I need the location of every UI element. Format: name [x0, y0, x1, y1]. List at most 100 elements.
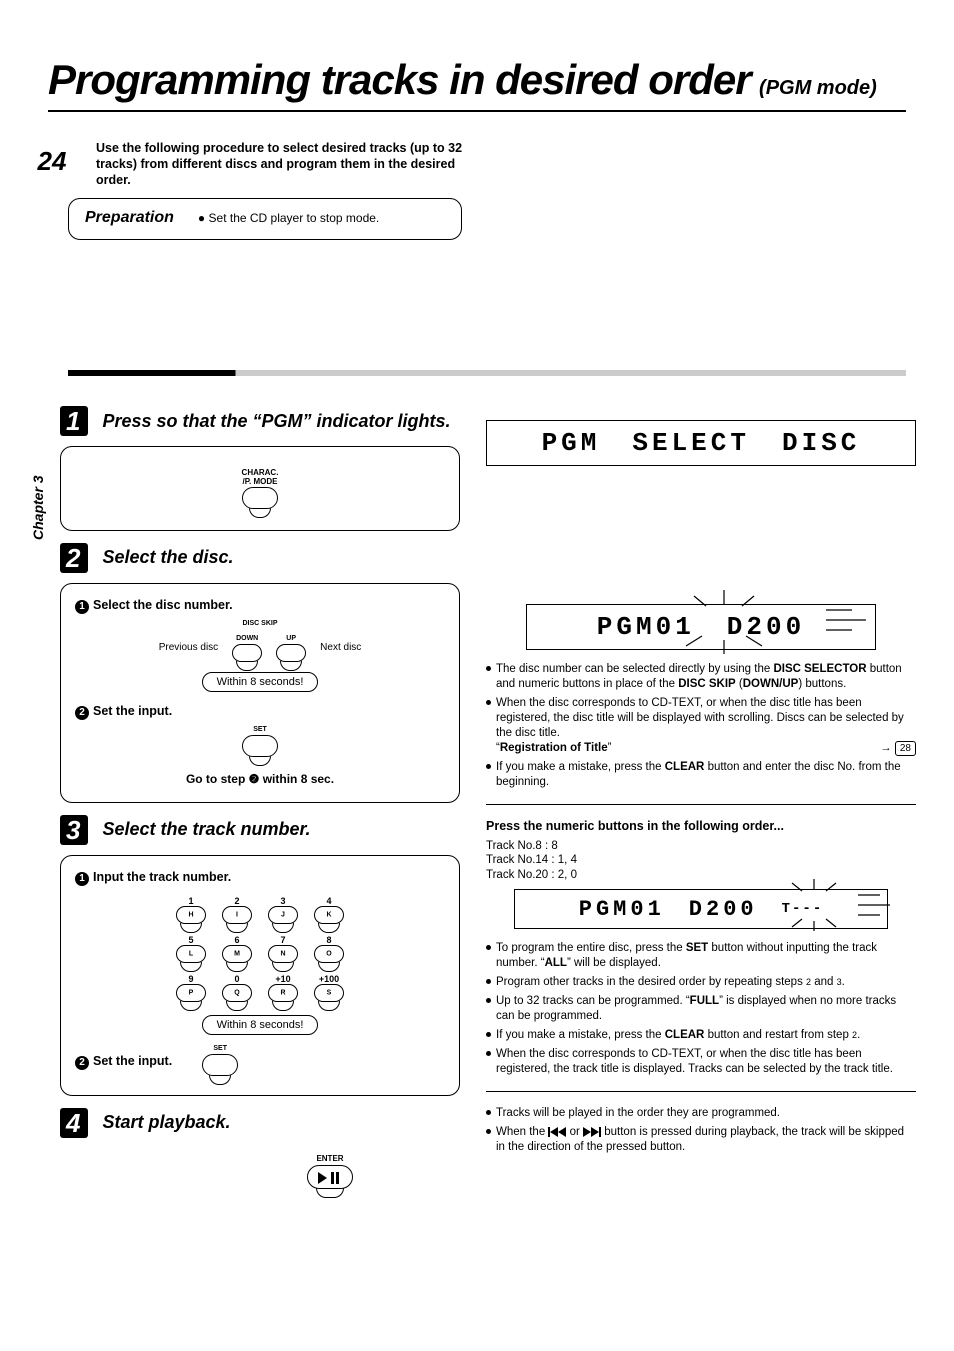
keypad-key: 2	[222, 896, 252, 906]
keypad-key: 5	[176, 935, 206, 945]
page-number: 24	[32, 140, 72, 177]
step-1-title: Press so that the “PGM” indicator lights…	[102, 411, 450, 432]
playback-note-1: Tracks will be played in the order they …	[486, 1106, 916, 1121]
lcd-2-a: PGM01	[597, 612, 695, 642]
step-1-header: 1 Press so that the “PGM” indicator ligh…	[60, 406, 460, 436]
step-2-notes: The disc number can be selected directly…	[486, 662, 916, 790]
disc-up-button	[276, 644, 306, 662]
keypad-key: 9	[176, 974, 206, 984]
keypad-button: O	[314, 945, 344, 963]
lcd-1-c: DISC	[782, 428, 860, 458]
preparation-item-text: Set the CD player to stop mode.	[209, 211, 380, 225]
lcd-3-c: T---	[782, 901, 824, 917]
track-example-1: Track No.8 : 8	[486, 839, 916, 854]
keypad-key: 6	[222, 935, 252, 945]
track-example-3: Track No.20 : 2, 0	[486, 868, 916, 883]
keypad-key: 0	[222, 974, 252, 984]
preparation-heading: Preparation	[85, 209, 174, 227]
playback-notes: Tracks will be played in the order they …	[486, 1106, 916, 1155]
lcd-1-b: SELECT	[632, 428, 750, 458]
charac-button	[242, 487, 278, 509]
divider	[486, 804, 916, 805]
step-1-panel: CHARAC. /P. MODE	[60, 446, 460, 531]
step-3-within: Within 8 seconds!	[202, 1015, 319, 1035]
step-3-note-5: When the disc corresponds to CD-TEXT, or…	[486, 1047, 916, 1077]
track-example-2: Track No.14 : 1, 4	[486, 853, 916, 868]
down-label: DOWN	[236, 635, 258, 642]
title-main: Programming tracks in desired order	[48, 56, 751, 103]
set-button-1	[242, 735, 278, 757]
keypad-button: R	[268, 984, 298, 1002]
preparation-item: ● Set the CD player to stop mode.	[198, 211, 379, 225]
step-2-title: Select the disc.	[102, 547, 233, 568]
step-2-panel: 1Select the disc number. DISC SKIP Previ…	[60, 583, 460, 803]
keypad-button: H	[176, 906, 206, 924]
step-2-number: 2	[60, 543, 88, 573]
step-2-goto: Go to step ❷ within 8 sec.	[186, 772, 334, 786]
preparation-box: Preparation ● Set the CD player to stop …	[68, 198, 462, 240]
step-2-within: Within 8 seconds!	[202, 672, 319, 692]
keypad-button: P	[176, 984, 206, 1002]
set-label-1: SET	[75, 726, 445, 733]
set-label-2: SET	[202, 1045, 238, 1052]
lcd-2-b: D200	[727, 612, 805, 642]
disc-skip-label: DISC SKIP	[75, 620, 445, 627]
charac-label-bot: /P. MODE	[75, 478, 445, 487]
title-sub: (PGM mode)	[759, 77, 877, 99]
divider	[486, 1091, 916, 1092]
step-2-note-3: If you make a mistake, press the CLEAR b…	[486, 760, 916, 790]
page-title: Programming tracks in desired order (PGM…	[48, 56, 906, 112]
keypad-button: I	[222, 906, 252, 924]
next-disc-label: Next disc	[320, 643, 361, 653]
numeric-keypad: 1H 2I 3J 4K 5L 6M 7N 8O 9P 0Q +10R +100S	[75, 896, 445, 1005]
step-3-header: 3 Select the track number.	[60, 815, 460, 845]
keypad-key: +100	[314, 974, 344, 984]
set-button-2	[202, 1054, 238, 1076]
skip-back-icon	[548, 1127, 566, 1137]
step-2-header: 2 Select the disc.	[60, 543, 460, 573]
step-2-note-2: When the disc corresponds to CD-TEXT, or…	[486, 696, 916, 756]
keypad-button: Q	[222, 984, 252, 1002]
keypad-key: +10	[268, 974, 298, 984]
lcd-display-3: PGM01 D200 T---	[514, 889, 888, 929]
step-4-title: Start playback.	[102, 1112, 230, 1133]
play-pause-icon	[318, 1172, 344, 1184]
step-4-number: 4	[60, 1108, 88, 1138]
accent-bar	[68, 370, 906, 376]
step-3-sub1: Input the track number.	[93, 870, 231, 884]
keypad-key: 1	[176, 896, 206, 906]
keypad-key: 7	[268, 935, 298, 945]
step-3-note-2: Program other tracks in the desired orde…	[486, 975, 916, 990]
keypad-key: 4	[314, 896, 344, 906]
lcd-display-1: PGM SELECT DISC	[486, 420, 916, 466]
enter-label: ENTER	[200, 1154, 460, 1163]
step-3-panel: 1Input the track number. 1H 2I 3J 4K 5L …	[60, 855, 460, 1096]
step-4-header: 4 Start playback.	[60, 1108, 460, 1138]
step-3-title: Select the track number.	[102, 819, 310, 840]
step-3-notes: To program the entire disc, press the SE…	[486, 941, 916, 1077]
step-2-sub2: Set the input.	[93, 704, 172, 718]
intro-text: Use the following procedure to select de…	[96, 140, 476, 188]
keypad-button: K	[314, 906, 344, 924]
step-3-number: 3	[60, 815, 88, 845]
keypad-button: L	[176, 945, 206, 963]
playback-note-2: When the or button is pressed during pla…	[486, 1125, 916, 1155]
page-ref-28: 28	[895, 741, 916, 756]
lcd-1-a: PGM	[542, 428, 601, 458]
keypad-button: M	[222, 945, 252, 963]
lcd-3-b: D200	[689, 897, 758, 922]
step-3-sub2: Set the input.	[93, 1054, 172, 1068]
enter-button	[307, 1165, 353, 1189]
step-2-note-1: The disc number can be selected directly…	[486, 662, 916, 692]
step-3-right-header: Press the numeric buttons in the followi…	[486, 819, 916, 833]
disc-down-button	[232, 644, 262, 662]
lcd-3-a: PGM01	[579, 897, 665, 922]
up-label: UP	[286, 635, 296, 642]
step-2-sub1: Select the disc number.	[93, 598, 233, 612]
step-3-note-1: To program the entire disc, press the SE…	[486, 941, 916, 971]
step-1-number: 1	[60, 406, 88, 436]
step-3-note-4: If you make a mistake, press the CLEAR b…	[486, 1028, 916, 1043]
keypad-button: S	[314, 984, 344, 1002]
lcd-display-2: PGM01 D200	[526, 604, 876, 650]
step-3-note-3: Up to 32 tracks can be programmed. “FULL…	[486, 994, 916, 1024]
